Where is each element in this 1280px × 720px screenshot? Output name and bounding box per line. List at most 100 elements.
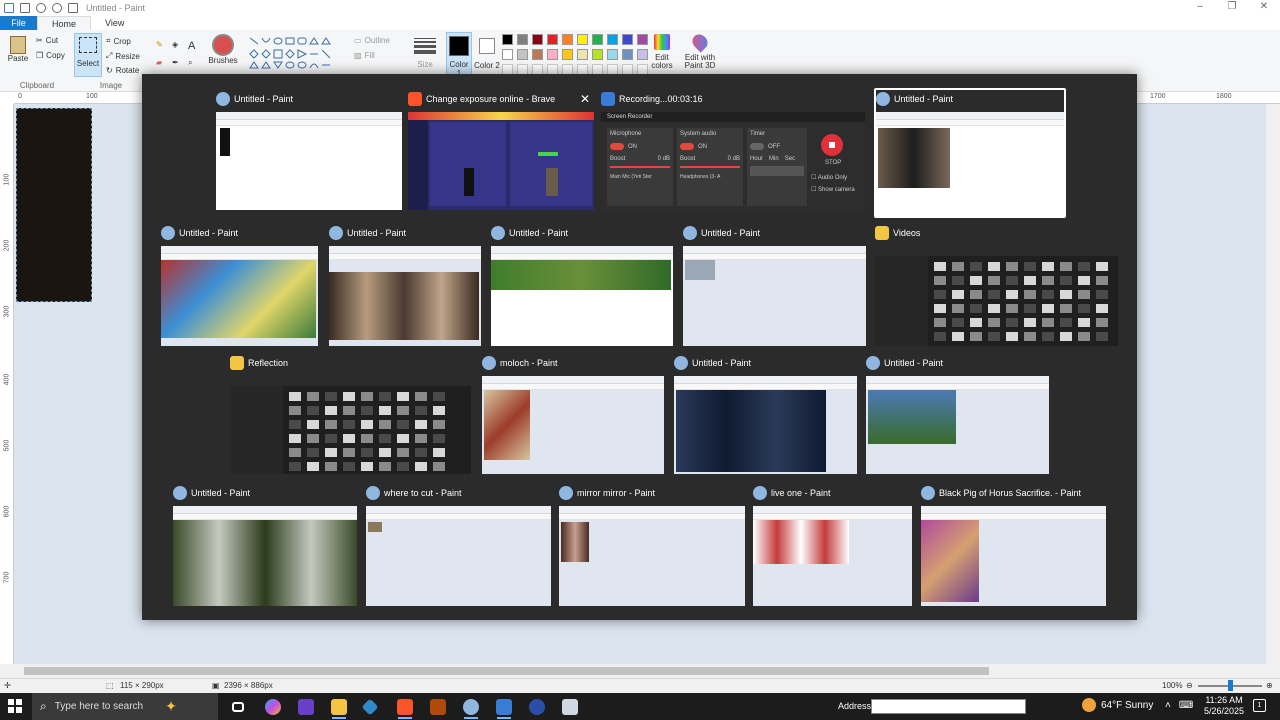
file-explorer-icon[interactable] bbox=[331, 699, 347, 715]
tab-file[interactable]: File bbox=[0, 16, 37, 30]
switcher-window[interactable]: Recording...00:03:16 Screen Recorder Micro… bbox=[601, 90, 865, 210]
switcher-window[interactable]: Untitled - Paint bbox=[491, 224, 673, 346]
palette-swatch[interactable] bbox=[517, 49, 528, 60]
mic-toggle[interactable] bbox=[610, 143, 624, 150]
paste-button[interactable]: Paste bbox=[6, 36, 30, 63]
size-button[interactable]: Size bbox=[412, 36, 438, 69]
maximize-button[interactable]: ❐ bbox=[1216, 0, 1248, 16]
copy-button[interactable]: ❐ Copy bbox=[36, 51, 65, 60]
copilot-icon[interactable] bbox=[265, 699, 281, 715]
crop-button[interactable]: ⌗ Crop bbox=[106, 36, 131, 46]
horizontal-scroll-thumb[interactable] bbox=[24, 667, 989, 675]
switcher-window[interactable]: Black Pig of Horus Sacrifice. - Paint bbox=[921, 484, 1106, 606]
timer-toggle[interactable] bbox=[750, 143, 764, 150]
switcher-window[interactable]: Untitled - Paint bbox=[173, 484, 357, 606]
close-button[interactable]: ✕ bbox=[1248, 0, 1280, 16]
palette-swatch[interactable] bbox=[547, 49, 558, 60]
zoom-out-button[interactable]: ⊖ bbox=[1186, 681, 1193, 690]
palette-swatch[interactable] bbox=[532, 49, 543, 60]
start-button[interactable] bbox=[8, 699, 22, 713]
rotate-button[interactable]: ↻ Rotate bbox=[106, 66, 139, 75]
switcher-window[interactable]: Untitled - Paint bbox=[216, 90, 402, 210]
zoom-in-button[interactable]: ⊕ bbox=[1266, 681, 1273, 690]
palette-swatch[interactable] bbox=[592, 34, 603, 45]
app-icon-blue[interactable] bbox=[529, 699, 545, 715]
close-window-icon[interactable]: ✕ bbox=[580, 93, 590, 105]
switcher-window[interactable]: Untitled - Paint bbox=[866, 354, 1049, 474]
palette-swatch[interactable] bbox=[517, 34, 528, 45]
color-picker-tool[interactable]: ✒ bbox=[172, 58, 179, 67]
clock[interactable]: 11:26 AM 5/26/2025 bbox=[1200, 695, 1248, 717]
weather-widget[interactable]: 64°F Sunny bbox=[1082, 698, 1153, 712]
cut-button[interactable]: ✂ Cut bbox=[36, 36, 58, 45]
tab-view[interactable]: View bbox=[91, 16, 138, 30]
mic-device[interactable]: Main Mic (Yeti Ster bbox=[610, 174, 670, 180]
minimize-button[interactable]: – bbox=[1184, 0, 1216, 16]
switcher-window[interactable]: Untitled - Paint bbox=[683, 224, 866, 346]
palette-swatch[interactable] bbox=[607, 49, 618, 60]
system-boost-slider[interactable] bbox=[680, 166, 740, 168]
switcher-window[interactable]: Reflection bbox=[230, 354, 471, 474]
eraser-tool[interactable]: ▰ bbox=[156, 58, 162, 67]
palette-swatch[interactable] bbox=[607, 34, 618, 45]
switcher-window[interactable]: where to cut - Paint bbox=[366, 484, 551, 606]
resize-button[interactable]: ⤢ Resize bbox=[106, 51, 140, 61]
palette-swatch[interactable] bbox=[577, 49, 588, 60]
outline-button[interactable]: ▭ Outline bbox=[354, 36, 390, 45]
switcher-window[interactable]: Untitled - Paint bbox=[161, 224, 318, 346]
switcher-window[interactable]: Change exposure online - Brave bbox=[408, 90, 594, 210]
palette-swatch[interactable] bbox=[622, 34, 633, 45]
brushes-button[interactable]: Brushes bbox=[208, 34, 238, 65]
palette-swatch[interactable] bbox=[562, 34, 573, 45]
screen-recorder-icon[interactable] bbox=[496, 699, 512, 715]
switcher-window[interactable]: live one - Paint bbox=[753, 484, 912, 606]
audio-only-checkbox[interactable]: ☐ Audio Only bbox=[811, 174, 847, 181]
fill-button[interactable]: ▨ Fill bbox=[354, 51, 375, 60]
palette-swatch[interactable] bbox=[637, 49, 648, 60]
shapes-gallery[interactable] bbox=[248, 36, 348, 76]
show-camera-checkbox[interactable]: ☐ Show camera bbox=[811, 186, 855, 193]
vscode-icon[interactable] bbox=[361, 698, 379, 716]
palette-swatch[interactable] bbox=[502, 34, 513, 45]
address-input[interactable] bbox=[871, 699, 1026, 714]
magnifier-tool[interactable]: ⌕ bbox=[188, 58, 192, 68]
palette-swatch[interactable] bbox=[547, 34, 558, 45]
app-icon-orange[interactable] bbox=[430, 699, 446, 715]
palette-swatch[interactable] bbox=[622, 49, 633, 60]
select-button[interactable]: Select bbox=[74, 33, 102, 77]
canvas-image[interactable] bbox=[16, 108, 92, 302]
color1-button[interactable]: Color 1 bbox=[446, 32, 472, 78]
palette-swatch[interactable] bbox=[592, 49, 603, 60]
switcher-window[interactable]: Untitled - Paint bbox=[329, 224, 481, 346]
palette-swatch[interactable] bbox=[502, 49, 513, 60]
zoom-slider-knob[interactable] bbox=[1228, 680, 1233, 691]
chevron-up-icon[interactable]: ˄ bbox=[1165, 700, 1171, 711]
system-audio-toggle[interactable] bbox=[680, 143, 694, 150]
edit-paint3d-button[interactable]: Edit with Paint 3D bbox=[680, 31, 720, 70]
media-app-icon[interactable] bbox=[298, 699, 314, 715]
timer-fields[interactable] bbox=[750, 166, 804, 176]
edit-colors-button[interactable]: Edit colors bbox=[650, 34, 674, 70]
taskbar-search[interactable]: ⌕ Type here to search ✦ bbox=[32, 693, 218, 720]
task-view-icon[interactable] bbox=[232, 702, 244, 712]
paint-taskbar-icon[interactable] bbox=[463, 699, 479, 715]
switcher-window[interactable]: moloch - Paint bbox=[482, 354, 664, 474]
tab-home[interactable]: Home bbox=[37, 15, 92, 31]
customize-icon[interactable] bbox=[68, 3, 78, 13]
keyboard-icon[interactable]: ⌨ bbox=[1179, 700, 1193, 711]
switcher-window[interactable]: Videos bbox=[875, 224, 1118, 346]
horizontal-scrollbar[interactable] bbox=[0, 664, 1280, 678]
color2-button[interactable]: Color 2 bbox=[474, 32, 500, 70]
app-icon-light[interactable] bbox=[562, 699, 578, 715]
palette-swatch[interactable] bbox=[562, 49, 573, 60]
palette-swatch[interactable] bbox=[637, 34, 648, 45]
undo-icon[interactable] bbox=[36, 3, 46, 13]
palette-swatch[interactable] bbox=[532, 34, 543, 45]
stop-button[interactable] bbox=[821, 134, 843, 156]
save-icon[interactable] bbox=[20, 3, 30, 13]
pencil-tool[interactable]: ✎ bbox=[156, 40, 163, 49]
switcher-window[interactable]: mirror mirror - Paint bbox=[559, 484, 745, 606]
mic-boost-slider[interactable] bbox=[610, 166, 670, 168]
fill-tool[interactable]: ◈ bbox=[172, 40, 178, 49]
notification-icon[interactable]: 1 bbox=[1253, 699, 1266, 712]
